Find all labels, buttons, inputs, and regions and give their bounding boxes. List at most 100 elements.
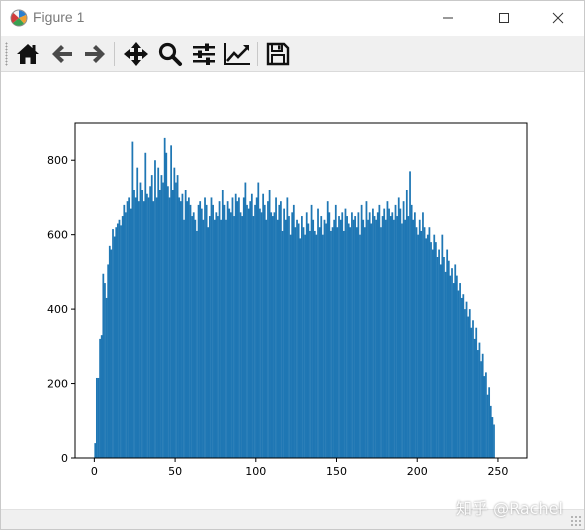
histogram-bar	[131, 141, 134, 458]
histogram-bar	[457, 290, 460, 458]
histogram-bar	[465, 301, 468, 458]
toolbar-grip[interactable]	[5, 42, 8, 66]
histogram-bar	[455, 275, 458, 458]
histogram-bar	[483, 376, 486, 458]
histogram-bar	[444, 271, 447, 458]
histogram-bar	[184, 190, 187, 458]
home-button[interactable]	[13, 39, 43, 69]
histogram-bar	[297, 223, 300, 458]
histogram-bar	[436, 257, 439, 458]
floppy-icon	[266, 42, 290, 66]
back-button[interactable]	[47, 39, 77, 69]
histogram-bar	[304, 234, 306, 458]
histogram-bar	[234, 193, 237, 458]
histogram-bar	[142, 201, 145, 458]
histogram-bar	[104, 283, 106, 458]
histogram-bar	[263, 204, 266, 458]
histogram-bar	[99, 338, 101, 458]
histogram-bar	[318, 227, 321, 458]
histogram-bar	[401, 223, 403, 458]
y-tick-label: 400	[47, 303, 68, 316]
histogram-bar	[107, 264, 110, 458]
title-bar[interactable]: Figure 1	[1, 1, 584, 35]
histogram-bar	[294, 227, 297, 458]
histogram-bar	[165, 152, 168, 458]
histogram-bar	[428, 227, 431, 458]
histogram-bar	[238, 197, 240, 458]
maximize-button[interactable]	[481, 1, 527, 35]
close-button[interactable]	[535, 1, 581, 35]
histogram-bar	[276, 219, 279, 458]
zoom-button[interactable]	[155, 39, 185, 69]
histogram-bar	[268, 190, 271, 458]
histogram-bar	[321, 234, 324, 458]
histogram-bar	[220, 219, 223, 458]
pan-button[interactable]	[121, 39, 151, 69]
histogram-bar	[178, 197, 181, 458]
histogram-bar	[372, 208, 374, 458]
histogram-bar	[373, 216, 376, 458]
histogram-bar	[344, 208, 347, 458]
histogram-bar	[163, 137, 166, 458]
resize-grip[interactable]	[570, 515, 582, 527]
histogram-bar	[147, 197, 150, 458]
edit-axis-button[interactable]	[222, 39, 252, 69]
subplots-button[interactable]	[189, 39, 219, 69]
histogram-bar	[129, 208, 132, 458]
save-button[interactable]	[263, 39, 293, 69]
histogram-bar	[433, 234, 436, 458]
x-tick-label: 150	[326, 465, 347, 478]
histogram-bar	[375, 219, 378, 458]
histogram-bar	[320, 216, 323, 458]
histogram-bar	[231, 197, 234, 458]
histogram-bar	[100, 335, 103, 458]
app-icon	[10, 9, 28, 27]
window-title: Figure 1	[33, 9, 85, 25]
histogram-bar	[313, 230, 316, 458]
histogram-chart: 0 50 100 150 200 250 0 200 400 600 800	[47, 122, 528, 478]
histogram-bar	[218, 201, 221, 458]
histogram-bar	[291, 212, 294, 458]
histogram-bar	[149, 186, 152, 458]
histogram-bar	[259, 208, 261, 458]
histogram-bar	[226, 201, 229, 458]
histogram-bar	[273, 212, 276, 458]
histogram-bar	[425, 238, 428, 458]
histogram-bar	[460, 297, 463, 458]
histogram-bar	[354, 216, 357, 458]
histogram-bar	[464, 309, 466, 458]
minimize-button[interactable]	[425, 1, 471, 35]
histogram-bar	[207, 227, 210, 458]
histogram-bar	[152, 201, 155, 458]
histogram-bar	[154, 160, 156, 458]
histogram-bar	[352, 219, 355, 458]
histogram-bar	[158, 190, 161, 458]
histogram-bar	[443, 257, 445, 458]
y-tick-label: 0	[61, 452, 68, 465]
histogram-bar	[342, 230, 345, 458]
histogram-bar	[446, 249, 449, 458]
histogram-bar	[176, 175, 179, 458]
histogram-bar	[376, 212, 379, 458]
histogram-bar	[284, 219, 287, 458]
histogram-bar	[200, 208, 203, 458]
histogram-bar	[136, 167, 139, 458]
histogram-bar	[215, 212, 218, 458]
histogram-bar	[113, 236, 116, 458]
histogram-bar	[205, 204, 208, 458]
histogram-bar	[365, 201, 368, 458]
histogram-bar	[150, 175, 153, 458]
histogram-bar	[439, 264, 442, 458]
forward-arrow-icon	[85, 45, 105, 63]
figure-canvas[interactable]: 0 50 100 150 200 250 0 200 400 600 800	[1, 73, 584, 509]
histogram-bar	[179, 201, 182, 458]
histogram-bar	[121, 216, 124, 458]
histogram-bar	[249, 201, 252, 458]
histogram-bar	[196, 230, 198, 458]
histogram-bar	[486, 394, 489, 458]
histogram-bar	[262, 193, 265, 458]
histogram-bar	[485, 372, 487, 458]
histogram-bar	[123, 204, 126, 458]
histogram-bar	[370, 223, 373, 458]
forward-button[interactable]	[80, 39, 110, 69]
